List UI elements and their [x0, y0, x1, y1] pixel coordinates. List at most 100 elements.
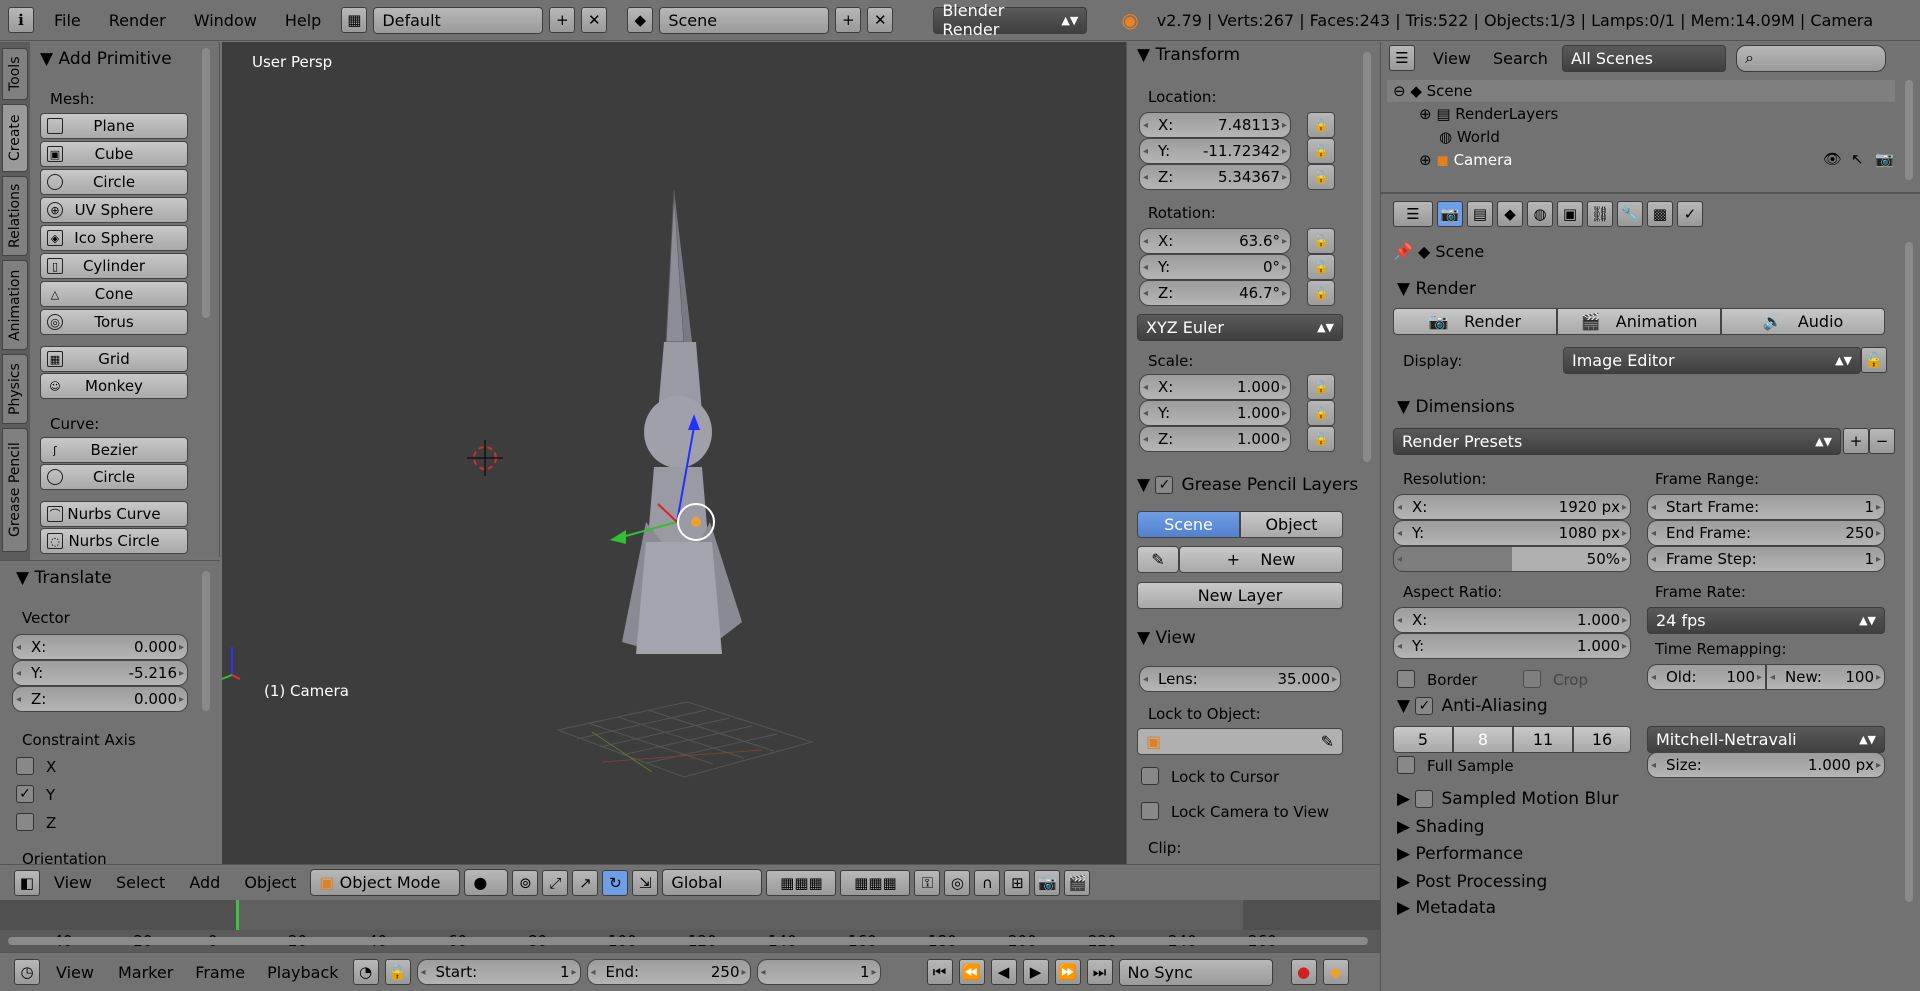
resolution-percentage-slider[interactable]: 50% — [1393, 546, 1631, 572]
lock-interface-icon[interactable]: 🔓 — [1861, 347, 1887, 373]
add-layout-icon[interactable]: + — [549, 7, 576, 33]
lens-field[interactable]: Lens: 35.000 — [1139, 666, 1341, 692]
menu-frame[interactable]: Frame — [187, 963, 253, 982]
remove-layout-icon[interactable]: ✕ — [581, 7, 608, 33]
lock-cursor-checkbox[interactable] — [1141, 767, 1159, 785]
remove-scene-icon[interactable]: ✕ — [867, 7, 894, 33]
panel-render[interactable]: ▼ Render — [1381, 274, 1893, 304]
snap-element-icon[interactable]: ⊞ — [1004, 869, 1031, 896]
layers-grid-icon[interactable]: ▦▦▦ — [766, 869, 837, 896]
location-y-field[interactable]: Y: -11.72342 — [1139, 138, 1291, 164]
texture-tab-icon[interactable]: ▩ — [1647, 201, 1673, 227]
panel-add-primitive[interactable]: ▼ Add Primitive — [30, 46, 219, 72]
play-reverse-icon[interactable]: ◀ — [990, 959, 1017, 985]
translate-icon[interactable]: ↗ — [572, 869, 599, 896]
add-curve-circle-button[interactable]: Circle — [40, 464, 188, 490]
panel-performance[interactable]: ▶ Performance — [1381, 839, 1893, 869]
menu-select[interactable]: Select — [106, 873, 175, 892]
panel-view[interactable]: ▼ View — [1127, 625, 1367, 651]
add-uv-sphere-button[interactable]: ⊕ UV Sphere — [40, 197, 188, 223]
vector-x-field[interactable]: X: 0.000 — [12, 634, 188, 660]
jump-keyframe-forward-icon[interactable]: ⏩ — [1054, 959, 1081, 985]
modifiers-tab-icon[interactable]: 🔧 — [1617, 201, 1643, 227]
gp-new-button[interactable]: + New — [1179, 546, 1343, 573]
outliner-editor-icon[interactable]: ☰ — [1389, 45, 1415, 71]
outliner-search-input[interactable]: ⌕ — [1735, 44, 1886, 72]
aspect-y-field[interactable]: Y: 1.000 — [1393, 633, 1631, 659]
menu-view[interactable]: View — [46, 963, 104, 982]
layout-icon[interactable]: ▦ — [341, 7, 368, 33]
editor-type-icon[interactable]: ◧ — [14, 869, 40, 896]
add-nurbs-circle-button[interactable]: ◌ Nurbs Circle — [40, 528, 188, 554]
outliner-item-camera[interactable]: ⊕ ◼ Camera — [1419, 151, 1512, 169]
aa-filter-selector[interactable]: Mitchell-Netravali ▲▼ — [1647, 726, 1885, 753]
menu-render[interactable]: Render — [95, 11, 180, 30]
location-x-field[interactable]: X: 7.48113 — [1139, 112, 1291, 138]
jump-keyframe-back-icon[interactable]: ⏪ — [958, 959, 985, 985]
panel-metadata[interactable]: ▶ Metadata — [1381, 893, 1893, 923]
outliner-scrollbar[interactable] — [1905, 80, 1913, 180]
renderable-camera-icon[interactable]: 📷 — [1875, 150, 1894, 168]
object-tab-icon[interactable]: ▣ — [1557, 201, 1583, 227]
aa-samples-8[interactable]: 8 — [1453, 726, 1513, 753]
add-grid-button[interactable]: ▦ Grid — [40, 346, 188, 372]
mode-selector[interactable]: ▣ Object Mode — [310, 869, 461, 896]
add-cylinder-button[interactable]: ▯ Cylinder — [40, 253, 188, 279]
timeline-scrollbar[interactable] — [8, 937, 1368, 945]
panel-translate[interactable]: ▼ Translate — [0, 565, 220, 591]
frame-step-field[interactable]: Frame Step: 1 — [1647, 546, 1885, 572]
menu-playback[interactable]: Playback — [259, 963, 346, 982]
add-scene-icon[interactable]: + — [835, 7, 862, 33]
menu-search[interactable]: Search — [1489, 49, 1552, 68]
remap-new-field[interactable]: New: 100 — [1766, 664, 1885, 690]
lock-icon[interactable]: 🔓 — [1307, 228, 1335, 254]
display-filter-selector[interactable]: All Scenes — [1561, 44, 1726, 72]
play-icon[interactable]: ▶ — [1022, 959, 1049, 985]
audio-button[interactable]: 🔊 Audio — [1721, 308, 1885, 335]
resolution-x-field[interactable]: X: 1920 px — [1393, 494, 1631, 520]
playhead[interactable] — [236, 900, 239, 930]
lock-object-field[interactable]: ▣ ✎ — [1137, 728, 1343, 755]
location-z-field[interactable]: Z: 5.34367 — [1139, 164, 1291, 190]
add-circle-button[interactable]: Circle — [40, 169, 188, 195]
end-frame-prop-field[interactable]: End Frame: 250 — [1647, 520, 1885, 546]
lock-icon[interactable]: 🔓 — [1307, 280, 1335, 306]
info-editor-icon[interactable]: ℹ — [8, 7, 34, 33]
pivot-icon[interactable]: ⊚ — [512, 869, 539, 896]
scene-tab-icon[interactable]: ◆ — [1497, 201, 1523, 227]
render-tab-icon[interactable]: 📷 — [1437, 201, 1463, 227]
lock-layers-icon[interactable]: ⚿ — [914, 869, 941, 896]
lock-icon[interactable]: 🔓 — [1307, 400, 1335, 426]
constraint-y-checkbox[interactable]: ✓ — [16, 785, 34, 803]
render-presets-selector[interactable]: Render Presets ▲▼ — [1393, 428, 1841, 455]
menu-view[interactable]: View — [1425, 49, 1479, 68]
record-icon[interactable]: ● — [1290, 959, 1317, 985]
sync-selector[interactable]: No Sync — [1118, 958, 1273, 986]
add-ico-sphere-button[interactable]: ◈ Ico Sphere — [40, 225, 188, 251]
aa-samples-5[interactable]: 5 — [1393, 726, 1453, 753]
panel-transform[interactable]: ▼ Transform — [1127, 42, 1380, 68]
shelf-scrollbar[interactable] — [202, 48, 210, 318]
lock-icon[interactable]: 🔓 — [1307, 112, 1335, 138]
tab-relations[interactable]: Relations — [2, 176, 28, 256]
lock-icon[interactable]: 🔓 — [1307, 254, 1335, 280]
scale-z-field[interactable]: Z: 1.000 — [1139, 426, 1291, 452]
manipulator-toggle-icon[interactable]: ⤢ — [542, 869, 569, 896]
visibility-eye-icon[interactable]: 👁 — [1823, 150, 1842, 168]
rotation-x-field[interactable]: X: 63.6° — [1139, 228, 1291, 254]
tab-physics[interactable]: Physics — [2, 354, 28, 424]
gp-object-tab[interactable]: Object — [1240, 511, 1343, 538]
shading-selector[interactable]: ● — [464, 869, 509, 896]
layers-grid-icon[interactable]: ▦▦▦ — [840, 869, 911, 896]
snap-icon[interactable]: ∩ — [974, 869, 1001, 896]
start-frame-prop-field[interactable]: Start Frame: 1 — [1647, 494, 1885, 520]
scale-x-field[interactable]: X: 1.000 — [1139, 374, 1291, 400]
aa-enable-checkbox[interactable]: ✓ — [1415, 697, 1434, 715]
operator-scrollbar[interactable] — [202, 571, 210, 711]
current-frame-field[interactable]: 1 — [756, 959, 881, 985]
lock-icon[interactable]: 🔓 — [1307, 374, 1335, 400]
add-nurbs-curve-button[interactable]: ⌒ Nurbs Curve — [40, 501, 188, 527]
lock-icon[interactable]: 🔓 — [1307, 164, 1335, 190]
motion-blur-checkbox[interactable] — [1415, 790, 1434, 808]
selectable-cursor-icon[interactable]: ↖ — [1851, 150, 1864, 168]
